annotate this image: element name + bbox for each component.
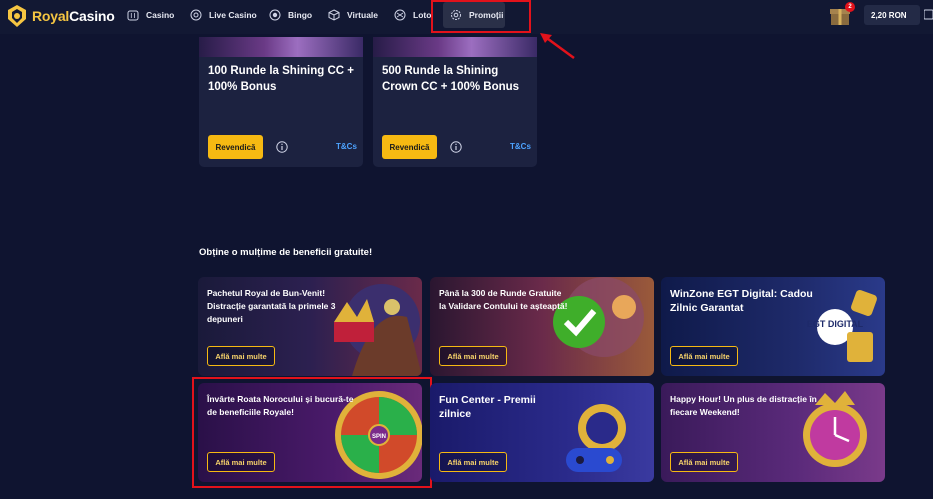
slot-machine-icon: [127, 10, 139, 21]
cube-icon: [328, 9, 340, 21]
nav-loto-label: Loto: [413, 10, 432, 20]
terms-link[interactable]: T&Cs: [510, 142, 531, 151]
annotation-arrow-icon: [540, 33, 575, 60]
nav-bingo-label: Bingo: [288, 10, 313, 20]
promo-card-banner: [373, 37, 537, 57]
promo-card-title: 500 Runde la Shining Crown CC + 100% Bon…: [382, 65, 520, 93]
lottery-ball-icon: [394, 9, 406, 21]
benefit-card-fun-center[interactable]: Fun Center - Premii zilnice Află mai mul…: [430, 383, 654, 482]
benefit-card-text: Fun Center - Premii zilnice: [439, 394, 536, 420]
logo-text-royal: Royal: [32, 8, 70, 24]
gamepad-trophy-artwork-icon: [566, 404, 626, 472]
claim-button[interactable]: Revendică: [382, 135, 437, 159]
nav-live-casino[interactable]: Live Casino: [190, 0, 257, 30]
learn-more-button[interactable]: Află mai multe: [439, 346, 507, 366]
benefit-card-text: Happy Hour! Un plus de distracție în fie…: [670, 394, 817, 417]
learn-more-button[interactable]: Află mai multe: [439, 452, 507, 472]
nav-casino[interactable]: Casino: [127, 0, 174, 30]
annotation-highlight-box: [192, 377, 432, 488]
lion-logo-icon: [8, 5, 26, 27]
benefit-card-text: Până la 300 de Runde Gratuite la Validar…: [439, 288, 568, 311]
benefits-section-title: Obține o mulțime de beneficii gratuite!: [199, 247, 373, 258]
learn-more-button[interactable]: Află mai multe: [670, 452, 738, 472]
info-icon[interactable]: [276, 141, 288, 153]
terms-link[interactable]: T&Cs: [336, 142, 357, 151]
benefit-card-free-spins[interactable]: Până la 300 de Runde Gratuite la Validar…: [430, 277, 654, 376]
gift-count-badge: 2: [845, 2, 855, 12]
casino-chip-icon: [190, 9, 202, 21]
nav-loto[interactable]: Loto: [394, 0, 431, 30]
royal-casino-logo[interactable]: RoyalCasino: [6, 4, 115, 28]
info-icon[interactable]: [450, 141, 462, 153]
benefit-card-text: Pachetul Royal de Bun-Venit! Distracție …: [207, 288, 336, 324]
balance-display[interactable]: 2,20 RON: [864, 5, 920, 25]
benefit-card-text: WinZone EGT Digital: Cadou Zilnic Garant…: [670, 288, 813, 314]
benefit-card-welcome[interactable]: Pachetul Royal de Bun-Venit! Distracție …: [198, 277, 422, 376]
nav-live-casino-label: Live Casino: [209, 10, 257, 20]
claim-button[interactable]: Revendică: [208, 135, 263, 159]
nav-virtuale-label: Virtuale: [347, 10, 379, 20]
benefit-card-happy-hour[interactable]: Happy Hour! Un plus de distracție în fie…: [661, 383, 885, 482]
promo-card-banner: [199, 37, 363, 57]
logo-text-casino: Casino: [69, 8, 115, 24]
benefit-card-winzone[interactable]: EGT DIGITAL WinZone EGT Digital: Cadou Z…: [661, 277, 885, 376]
wallet-icon[interactable]: [924, 9, 933, 20]
learn-more-button[interactable]: Află mai multe: [207, 346, 275, 366]
promo-card-title: 100 Runde la Shining CC + 100% Bonus: [208, 65, 355, 93]
nav-virtuale[interactable]: Virtuale: [328, 0, 378, 30]
promo-card: 100 Runde la Shining CC + 100% Bonus Rev…: [199, 37, 363, 167]
annotation-highlight-box: [431, 0, 531, 33]
nav-bingo[interactable]: Bingo: [269, 0, 312, 30]
bingo-ball-icon: [269, 9, 281, 21]
nav-casino-label: Casino: [146, 10, 175, 20]
promo-card: 500 Runde la Shining Crown CC + 100% Bon…: [373, 37, 537, 167]
egt-logo-text: EGT DIGITAL: [807, 319, 864, 329]
learn-more-button[interactable]: Află mai multe: [670, 346, 738, 366]
